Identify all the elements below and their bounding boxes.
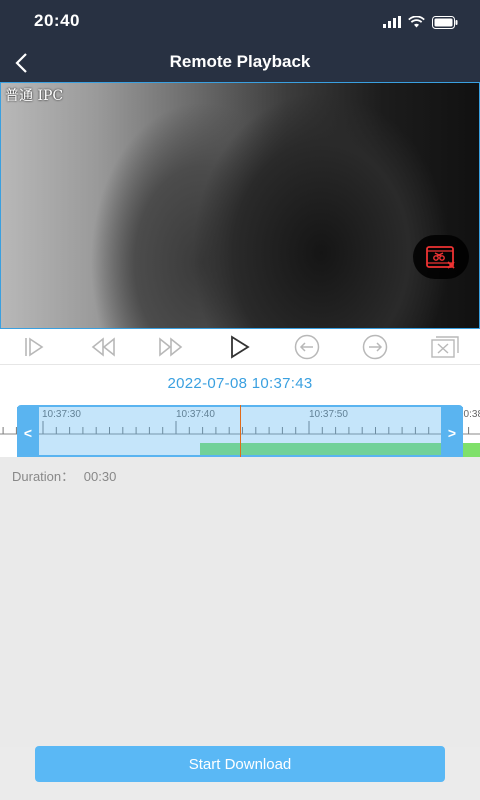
play-icon — [231, 335, 250, 359]
step-forward-button[interactable] — [358, 332, 392, 362]
duration-text: Duration： 00:30 — [12, 466, 116, 485]
camera-overlay-text: 普通 IPC — [5, 88, 64, 104]
skip-to-start-icon — [25, 337, 44, 357]
playback-datetime: 2022-07-08 10:37:43 — [167, 375, 313, 392]
signal-icon — [383, 16, 401, 28]
rewind-icon — [91, 337, 115, 357]
close-panel-icon — [431, 336, 459, 358]
timeline[interactable]: 10:37:30 10:37:40 10:37:50 10:38:0 < > — [0, 405, 480, 457]
wifi-icon — [408, 16, 425, 28]
play-button[interactable] — [222, 332, 256, 362]
fast-forward-icon — [159, 337, 183, 357]
timeline-cursor[interactable] — [240, 405, 241, 457]
playback-datetime-row: 2022-07-08 10:37:43 — [0, 365, 480, 405]
close-panel-button[interactable] — [428, 332, 462, 362]
rewind-button[interactable] — [86, 332, 120, 362]
status-time: 20:40 — [34, 11, 80, 30]
clip-cut-icon — [426, 246, 455, 269]
duration-label: Duration： — [12, 469, 75, 484]
video-player[interactable]: 普通 IPC — [0, 82, 480, 329]
step-forward-icon — [362, 334, 388, 360]
step-back-button[interactable] — [290, 332, 324, 362]
fast-forward-button[interactable] — [154, 332, 188, 362]
skip-to-start-button[interactable] — [18, 332, 52, 362]
range-right-handle[interactable]: > — [441, 407, 463, 457]
video-frame — [1, 83, 479, 328]
battery-icon — [432, 15, 458, 29]
page-title: Remote Playback — [169, 52, 311, 71]
nav-bar: Remote Playback — [0, 44, 480, 82]
playback-controls — [0, 329, 480, 365]
clip-button[interactable] — [413, 235, 469, 279]
duration-value: 00:30 — [83, 469, 117, 484]
download-info-panel: Duration： 00:30 — [0, 457, 480, 747]
range-left-handle[interactable]: < — [17, 407, 39, 457]
step-back-icon — [294, 334, 320, 360]
status-icons — [383, 14, 458, 30]
start-download-button[interactable]: Start Download — [35, 746, 445, 782]
status-bar: 20:40 — [0, 0, 480, 44]
